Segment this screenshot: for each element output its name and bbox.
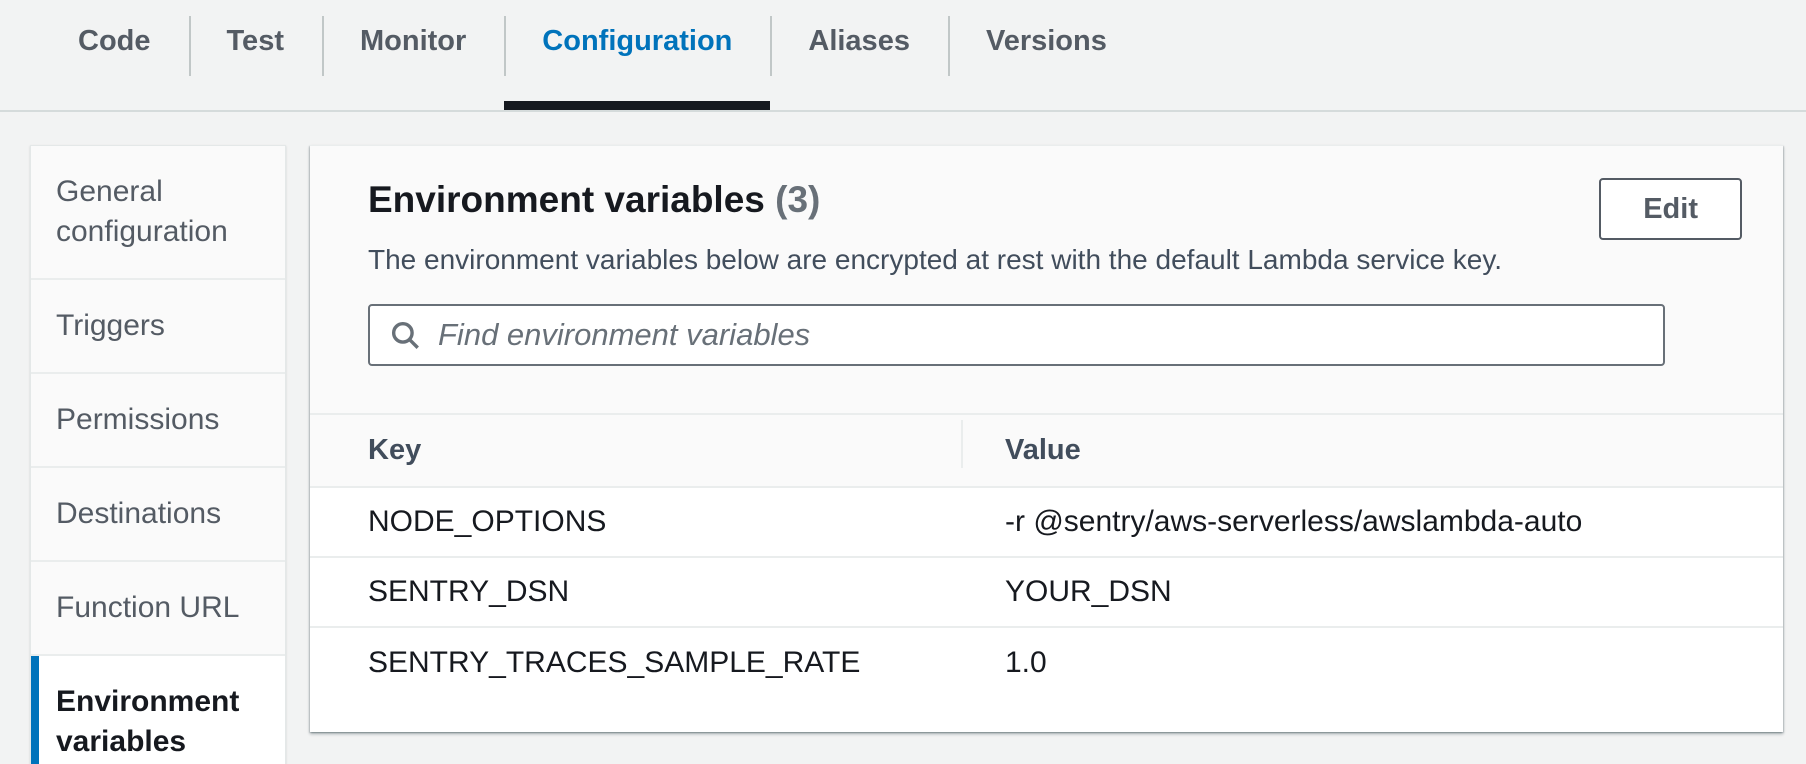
sidebar-item-triggers[interactable]: Triggers: [31, 280, 285, 374]
env-var-key: SENTRY_TRACES_SAMPLE_RATE: [310, 646, 963, 680]
table-row[interactable]: SENTRY_DSN YOUR_DSN: [310, 558, 1783, 628]
tab-aliases[interactable]: Aliases: [770, 0, 948, 110]
env-var-value: 1.0: [963, 646, 1783, 680]
page-title: Environment variables (3): [368, 178, 1743, 222]
item-count-badge: (3): [775, 179, 820, 220]
environment-variables-card: Environment variables (3) Edit The envir…: [310, 145, 1783, 732]
tab-label: Aliases: [808, 25, 910, 58]
tab-label: Code: [78, 25, 151, 58]
column-header-key[interactable]: Key: [310, 434, 963, 467]
search-icon: [388, 318, 422, 352]
tab-configuration[interactable]: Configuration: [504, 0, 770, 110]
page-title-text: Environment variables: [368, 179, 765, 220]
function-tab-bar: Code Test Monitor Configuration Aliases …: [0, 0, 1806, 112]
env-var-value: -r @sentry/aws-serverless/awslambda-auto: [963, 505, 1783, 539]
sidebar-item-destinations[interactable]: Destinations: [31, 468, 285, 562]
sidebar-item-function-url[interactable]: Function URL: [31, 562, 285, 656]
table-row[interactable]: SENTRY_TRACES_SAMPLE_RATE 1.0: [310, 628, 1783, 732]
table-header-row: Key Value: [310, 413, 1783, 488]
tab-monitor[interactable]: Monitor: [322, 0, 504, 110]
search-box[interactable]: [368, 304, 1665, 366]
sidebar-item-permissions[interactable]: Permissions: [31, 374, 285, 468]
tab-versions[interactable]: Versions: [948, 0, 1145, 110]
tab-label: Versions: [986, 25, 1107, 58]
table-row[interactable]: NODE_OPTIONS -r @sentry/aws-serverless/a…: [310, 488, 1783, 558]
card-header: Environment variables (3) Edit The envir…: [310, 146, 1783, 276]
tab-label: Monitor: [360, 25, 466, 58]
tab-code[interactable]: Code: [40, 0, 189, 110]
card-description: The environment variables below are encr…: [368, 244, 1743, 276]
sidebar-item-general-configuration[interactable]: General configuration: [31, 146, 285, 280]
edit-button[interactable]: Edit: [1599, 178, 1742, 240]
tab-label: Configuration: [542, 25, 732, 58]
env-var-key: NODE_OPTIONS: [310, 505, 963, 539]
env-var-key: SENTRY_DSN: [310, 575, 963, 609]
search-input[interactable]: [438, 306, 1645, 364]
sidebar-item-environment-variables[interactable]: Environment variables: [31, 656, 285, 764]
tab-label: Test: [227, 25, 284, 58]
environment-variables-table: Key Value NODE_OPTIONS -r @sentry/aws-se…: [310, 413, 1783, 732]
configuration-content: General configuration Triggers Permissio…: [0, 112, 1806, 764]
configuration-sidebar: General configuration Triggers Permissio…: [30, 145, 286, 764]
env-var-value: YOUR_DSN: [963, 575, 1783, 609]
column-header-value[interactable]: Value: [963, 434, 1783, 467]
tab-test[interactable]: Test: [189, 0, 322, 110]
